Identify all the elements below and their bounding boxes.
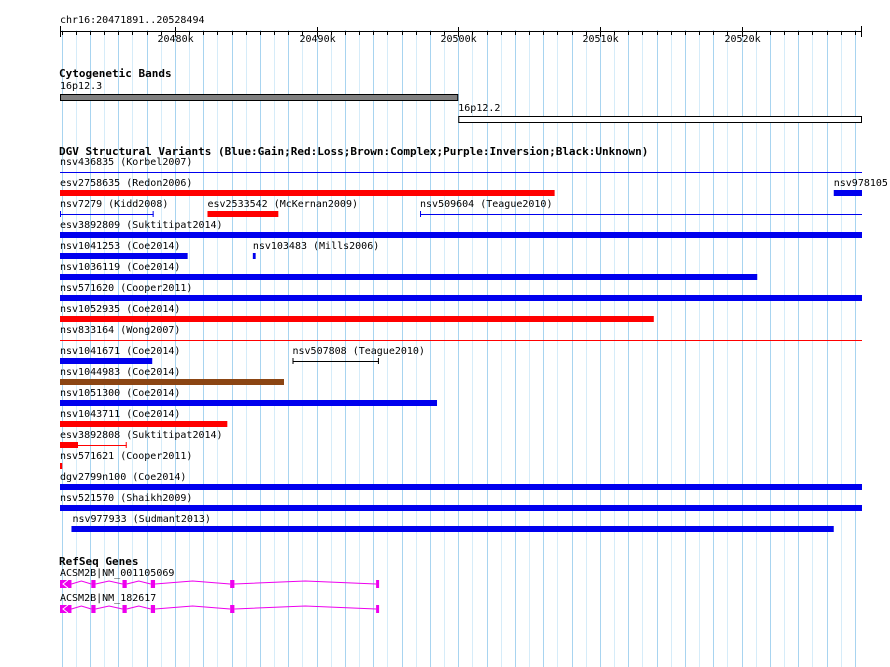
dgv-variant-label: nsv7279 (Kidd2008) bbox=[60, 199, 169, 210]
dgv-variant-label: nsv1051300 (Coe2014) bbox=[60, 388, 181, 399]
dgv-variant-label: nsv436835 (Korbel2007) bbox=[60, 157, 193, 168]
refseq-gene-label: ACSM2B|NM_182617 bbox=[60, 593, 157, 604]
dgv-variant-bar bbox=[60, 253, 188, 259]
dgv-variant-bar bbox=[60, 295, 862, 301]
ruler-tick-label: 20490k bbox=[299, 34, 336, 45]
dgv-variant-bar bbox=[207, 211, 279, 217]
refseq-intron bbox=[95, 605, 123, 610]
dgv-variant-bar bbox=[71, 526, 834, 532]
dgv-variant-bar bbox=[60, 232, 862, 238]
refseq-exon bbox=[376, 605, 380, 613]
dgv-variant-label: nsv978105 bbox=[833, 178, 888, 189]
dgv-variant-label: nsv521570 (Shaikh2009) bbox=[60, 493, 193, 504]
dgv-variant-bar bbox=[60, 421, 228, 427]
dgv-variant-bar bbox=[60, 379, 284, 385]
dgv-variant-bar bbox=[60, 190, 555, 196]
cytoband-bar bbox=[458, 116, 862, 123]
refseq-intron bbox=[126, 580, 151, 585]
dgv-variant-label: nsv571621 (Cooper2011) bbox=[60, 451, 193, 462]
refseq-intron bbox=[155, 580, 231, 585]
refseq-exon bbox=[91, 580, 96, 588]
refseq-intron bbox=[126, 605, 151, 610]
dgv-variant-bar bbox=[60, 484, 862, 490]
dgv-variant-label: dgv2799n100 (Coe2014) bbox=[60, 472, 187, 483]
cytoband-label: 16p12.2 bbox=[458, 103, 501, 114]
refseq-intron bbox=[71, 580, 92, 585]
dgv-variant-label: nsv509604 (Teague2010) bbox=[420, 199, 553, 210]
dgv-variant-label: nsv1036119 (Coe2014) bbox=[60, 262, 181, 273]
refseq-intron bbox=[234, 580, 377, 585]
ruler-tick-label: 20500k bbox=[440, 34, 477, 45]
dgv-variant-label: nsv833164 (Wong2007) bbox=[60, 325, 181, 336]
refseq-intron bbox=[234, 605, 377, 610]
refseq-exon bbox=[122, 605, 127, 613]
dgv-variant-label: nsv1052935 (Coe2014) bbox=[60, 304, 181, 315]
dgv-variant-label: nsv507808 (Teague2010) bbox=[292, 346, 425, 357]
refseq-gene-label: ACSM2B|NM_001105069 bbox=[60, 568, 175, 579]
refseq-track-title: RefSeq Genes bbox=[59, 555, 139, 568]
dgv-variant-bar bbox=[60, 358, 153, 364]
dgv-variant-bar bbox=[60, 463, 63, 469]
dgv-variant-label: nsv1043711 (Coe2014) bbox=[60, 409, 181, 420]
dgv-variant-label: nsv977933 (Sudmant2013) bbox=[72, 514, 211, 525]
refseq-exon bbox=[376, 580, 380, 588]
refseq-intron bbox=[155, 605, 231, 610]
cytoband-track-title: Cytogenetic Bands bbox=[59, 67, 172, 80]
ruler-tick-label: 20480k bbox=[157, 34, 194, 45]
dgv-variant-label: nsv571620 (Cooper2011) bbox=[60, 283, 193, 294]
refseq-exon bbox=[122, 580, 127, 588]
refseq-exon bbox=[150, 580, 156, 588]
dgv-variant-label: esv2758635 (Redon2006) bbox=[60, 178, 193, 189]
ruler-tick-label: 20520k bbox=[724, 34, 761, 45]
dgv-variant-bar bbox=[833, 190, 862, 196]
ruler-tick-label: 20510k bbox=[582, 34, 619, 45]
refseq-intron bbox=[95, 580, 123, 585]
dgv-variant-label: nsv1041253 (Coe2014) bbox=[60, 241, 181, 252]
dgv-variant-bar bbox=[60, 274, 758, 280]
dgv-variant-label: esv2533542 (McKernan2009) bbox=[207, 199, 358, 210]
dgv-variant-bar bbox=[60, 505, 862, 511]
dgv-variant-label: esv3892808 (Suktitipat2014) bbox=[60, 430, 223, 441]
refseq-intron bbox=[71, 605, 92, 610]
dgv-variant-bar bbox=[60, 316, 654, 322]
refseq-exon bbox=[230, 605, 235, 613]
refseq-exon bbox=[150, 605, 156, 613]
location-label: chr16:20471891..20528494 bbox=[60, 15, 205, 26]
refseq-exon bbox=[230, 580, 235, 588]
dgv-variant-label: esv3892809 (Suktitipat2014) bbox=[60, 220, 223, 231]
cytoband-bar bbox=[60, 94, 459, 101]
dgv-variant-label: nsv1041671 (Coe2014) bbox=[60, 346, 181, 357]
genome-browser-view: chr16:20471891..20528494 Cytogenetic Ban… bbox=[0, 0, 890, 667]
dgv-variant-bar bbox=[60, 442, 78, 448]
dgv-variant-bar bbox=[60, 400, 438, 406]
dgv-variant-label: nsv1044983 (Coe2014) bbox=[60, 367, 181, 378]
dgv-variant-bar bbox=[252, 253, 256, 259]
refseq-exon bbox=[91, 605, 96, 613]
cytoband-label: 16p12.3 bbox=[60, 81, 103, 92]
dgv-variant-label: nsv103483 (Mills2006) bbox=[252, 241, 380, 252]
